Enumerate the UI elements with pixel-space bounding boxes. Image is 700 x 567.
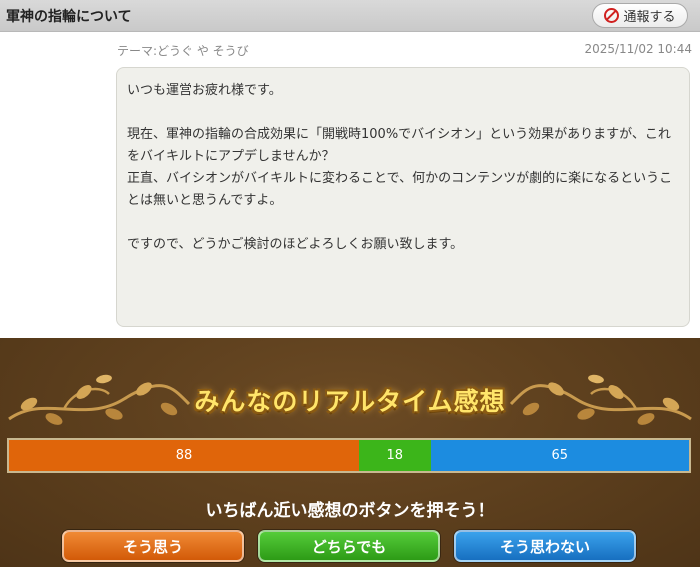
disagree-button[interactable]: そう思わない: [454, 530, 636, 562]
report-button-label: 通報する: [623, 10, 676, 25]
results-either-segment: 18: [358, 440, 431, 471]
results-agree-segment: 88: [9, 440, 359, 471]
realtime-panel: みんなのリアルタイム感想 88 18 65 いちばん近い感想のボタンを押そう！ …: [0, 338, 700, 567]
post-body: いつも運営お疲れ様です。 現在、軍神の指輪の合成効果に「開戦時100%でバイシオ…: [116, 67, 690, 327]
post-line: ですので、どうかご検討のほどよろしくお願い致します。: [127, 237, 464, 252]
either-button[interactable]: どちらでも: [258, 530, 440, 562]
results-disagree-segment: 65: [430, 440, 689, 471]
vote-prompt: いちばん近い感想のボタンを押そう！: [205, 501, 495, 521]
post-line: 現在、軍神の指輪の合成効果に「開戦時100%でバイシオン」という効果がありますが…: [127, 127, 671, 164]
header-bar: 軍神の指輪について 通報する: [0, 0, 700, 32]
post-spacer: [127, 212, 679, 234]
results-bar: 88 18 65: [7, 438, 691, 473]
ban-icon: [604, 8, 620, 23]
post-theme: テーマ:どうぐ や そうび: [117, 44, 249, 58]
post-spacer: [127, 102, 679, 124]
post-line: いつも運営お疲れ様です。: [127, 83, 282, 98]
post-line: 正直、バイシオンがバイキルトに変わることで、何かのコンテンツが劇的に楽になるとい…: [127, 171, 673, 208]
post-date: 2025/11/02 10:44: [584, 42, 692, 56]
page-title: 軍神の指輪について: [6, 9, 132, 25]
agree-button[interactable]: そう思う: [62, 530, 244, 562]
realtime-title: みんなのリアルタイム感想: [194, 387, 506, 416]
report-button[interactable]: 通報する: [592, 3, 688, 28]
